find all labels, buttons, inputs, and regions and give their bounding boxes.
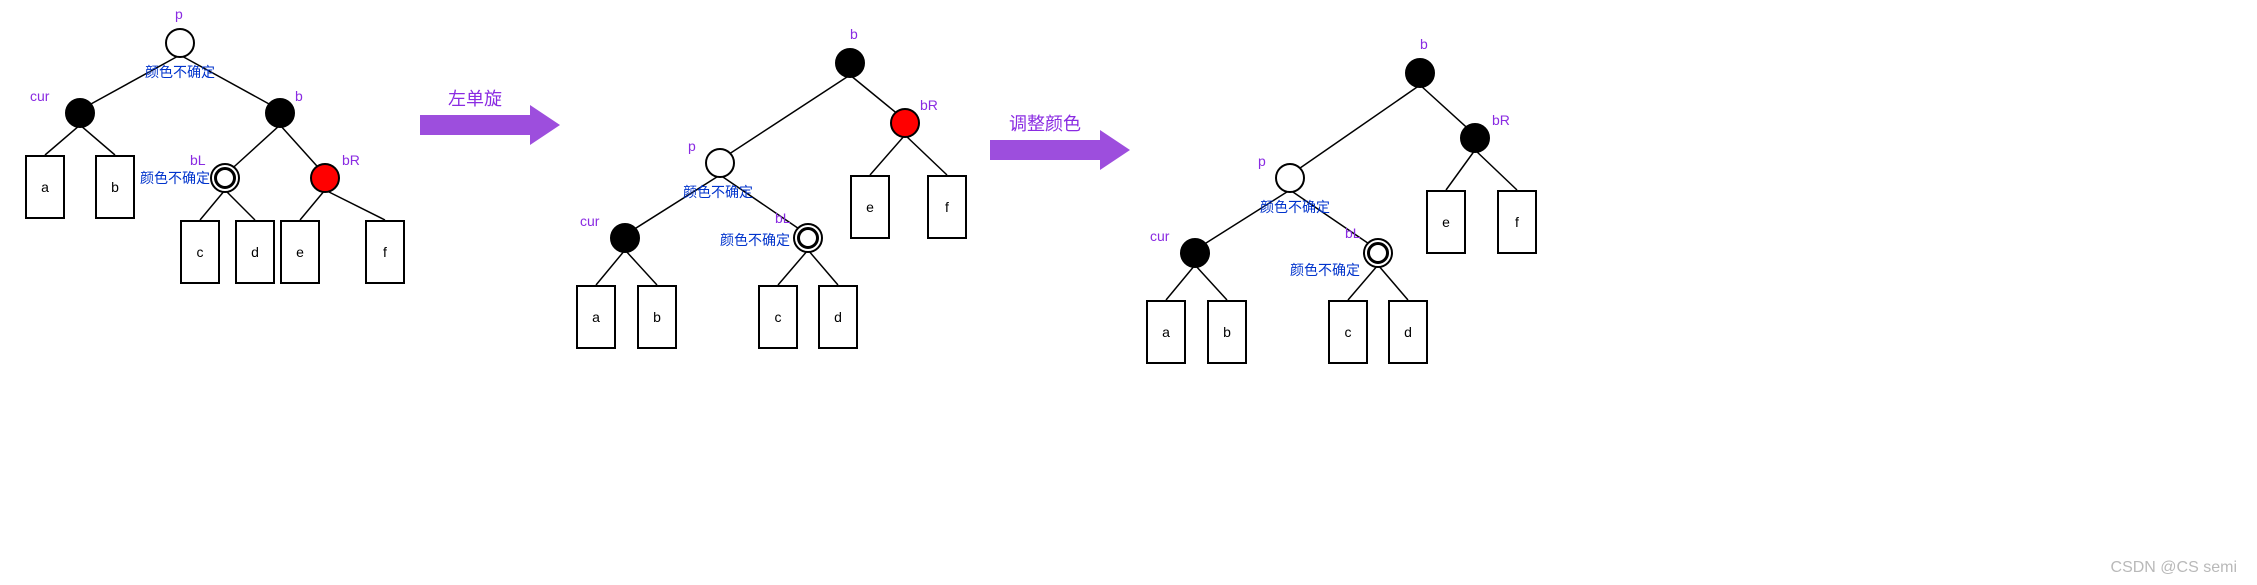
label-cur: cur [30,88,49,104]
label2-p: p [688,138,696,154]
leaf3-a: a [1146,300,1186,364]
node3-bL [1363,238,1393,268]
node2-bR [890,108,920,138]
note-bL-unknown: 颜色不确定 [140,168,210,188]
watermark: CSDN @CS semi [2111,559,2237,577]
leaf2-a: a [576,285,616,349]
edges-layer [0,0,2257,585]
label-bL: bL [190,152,206,168]
note-p-unknown: 颜色不确定 [145,62,215,82]
leaf-b: b [95,155,135,219]
arrow-left-rotate: 左单旋 [420,85,530,135]
arrow-recolor: 调整颜色 [990,110,1100,160]
leaf2-e: e [850,175,890,239]
label2-bR: bR [920,97,938,113]
label2-bL: bL [775,210,791,226]
leaf3-c: c [1328,300,1368,364]
arrow-label-2: 调整颜色 [1009,110,1081,136]
node-bL [210,163,240,193]
leaf-c: c [180,220,220,284]
leaf-e: e [280,220,320,284]
leaf2-b: b [637,285,677,349]
node-b [265,98,295,128]
node2-cur [610,223,640,253]
leaf-d: d [235,220,275,284]
label-bR: bR [342,152,360,168]
leaf2-c: c [758,285,798,349]
leaf2-d: d [818,285,858,349]
node-cur [65,98,95,128]
node2-p [705,148,735,178]
label-p: p [175,6,183,22]
node3-b [1405,58,1435,88]
node-bR [310,163,340,193]
node-p [165,28,195,58]
leaf-f: f [365,220,405,284]
label3-bR: bR [1492,112,1510,128]
leaf2-f: f [927,175,967,239]
leaf3-e: e [1426,190,1466,254]
node3-p [1275,163,1305,193]
note3-bL-unknown: 颜色不确定 [1290,260,1360,280]
leaf3-f: f [1497,190,1537,254]
note2-bL-unknown: 颜色不确定 [720,230,790,250]
note3-p-unknown: 颜色不确定 [1260,197,1330,217]
label3-p: p [1258,153,1266,169]
label3-bL: bL [1345,225,1361,241]
label3-cur: cur [1150,228,1169,244]
node3-cur [1180,238,1210,268]
arrow-label-1: 左单旋 [448,85,502,111]
label2-cur: cur [580,213,599,229]
label2-b: b [850,26,858,42]
node3-bR [1460,123,1490,153]
leaf3-b: b [1207,300,1247,364]
leaf3-d: d [1388,300,1428,364]
label3-b: b [1420,36,1428,52]
node2-bL [793,223,823,253]
leaf-a: a [25,155,65,219]
label-b: b [295,88,303,104]
node2-b [835,48,865,78]
note2-p-unknown: 颜色不确定 [683,182,753,202]
